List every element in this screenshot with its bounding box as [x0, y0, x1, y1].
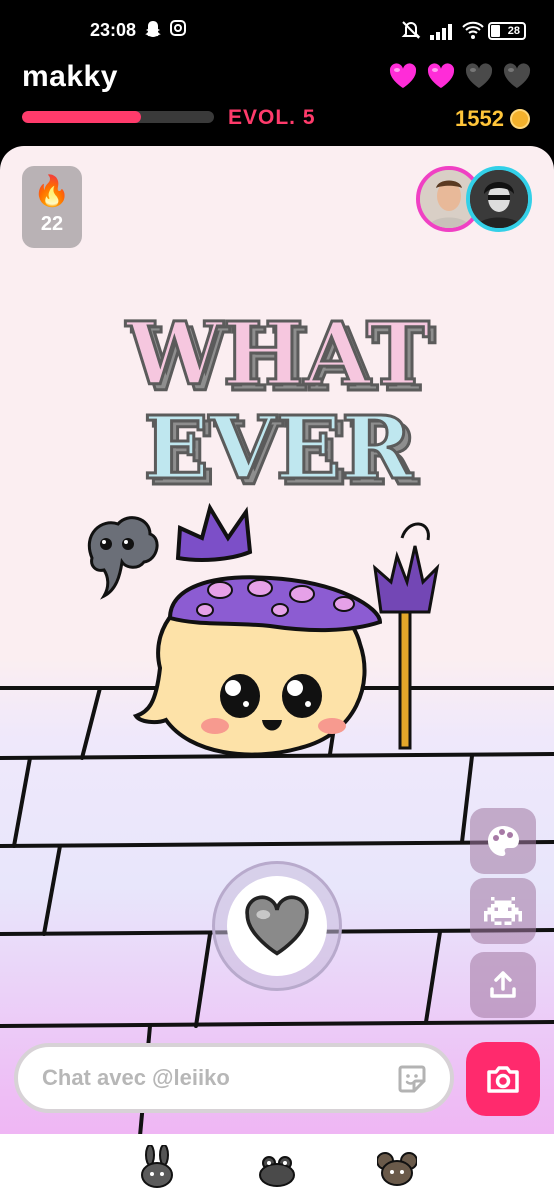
avatar-photo — [470, 170, 528, 228]
svg-text:EVER: EVER — [143, 398, 413, 499]
heart-full-icon — [427, 63, 455, 88]
pet-room: 🔥 22 WHAT WHAT EVER EVER — [0, 146, 554, 1134]
coin-count: 1552 — [455, 106, 504, 131]
heart-full-icon — [389, 63, 417, 88]
bunny-icon[interactable] — [137, 1145, 177, 1189]
instagram-icon — [170, 20, 186, 36]
coin-icon — [510, 109, 530, 129]
bottom-nav — [0, 1134, 554, 1200]
signal-icon — [430, 24, 452, 40]
chat-input[interactable] — [42, 1065, 382, 1091]
send-love-button[interactable] — [212, 861, 342, 991]
mute-icon — [401, 21, 421, 39]
snapchat-icon — [145, 21, 161, 37]
send-love-inner — [227, 876, 327, 976]
heart-empty-icon — [503, 63, 531, 88]
sticker-icon[interactable] — [396, 1063, 428, 1095]
share-button[interactable] — [470, 952, 536, 1018]
camera-button[interactable] — [466, 1042, 540, 1116]
customize-palette-button[interactable] — [470, 808, 536, 874]
svg-text:WHAT: WHAT — [125, 306, 430, 405]
pet-character[interactable] — [70, 498, 480, 783]
share-upload-icon — [490, 971, 516, 998]
chat-bar — [14, 1043, 454, 1113]
mouse-icon[interactable] — [377, 1145, 417, 1189]
fire-icon: 🔥 — [33, 175, 71, 208]
status-bar: 23:08 28 — [0, 0, 554, 60]
evolution-progress-bar — [22, 111, 214, 123]
games-button[interactable] — [470, 878, 536, 944]
streak-count: 22 — [40, 213, 64, 235]
ghost-buddy — [87, 516, 159, 600]
status-time: 23:08 — [90, 20, 137, 40]
frog-icon[interactable] — [257, 1145, 297, 1189]
pet-owner-username[interactable]: makky — [22, 60, 118, 94]
wifi-icon — [462, 21, 484, 39]
space-invader-icon — [484, 897, 522, 925]
coin-balance[interactable]: 1552 — [455, 106, 530, 132]
heart-empty-icon — [465, 63, 493, 88]
whatever-sticker: WHAT WHAT EVER EVER — [124, 306, 438, 506]
friend-avatar-2[interactable] — [466, 166, 532, 232]
heart-icon — [245, 895, 309, 956]
trident — [372, 522, 440, 750]
battery-icon: 28 — [488, 22, 526, 40]
evolution-progress-fill — [22, 111, 142, 123]
palette-icon — [488, 826, 519, 856]
streak-badge[interactable]: 🔥 22 — [22, 166, 82, 248]
camera-icon — [487, 1066, 519, 1093]
hearts-meter — [388, 62, 532, 90]
evolution-level: EVOL. 5 — [228, 106, 316, 129]
